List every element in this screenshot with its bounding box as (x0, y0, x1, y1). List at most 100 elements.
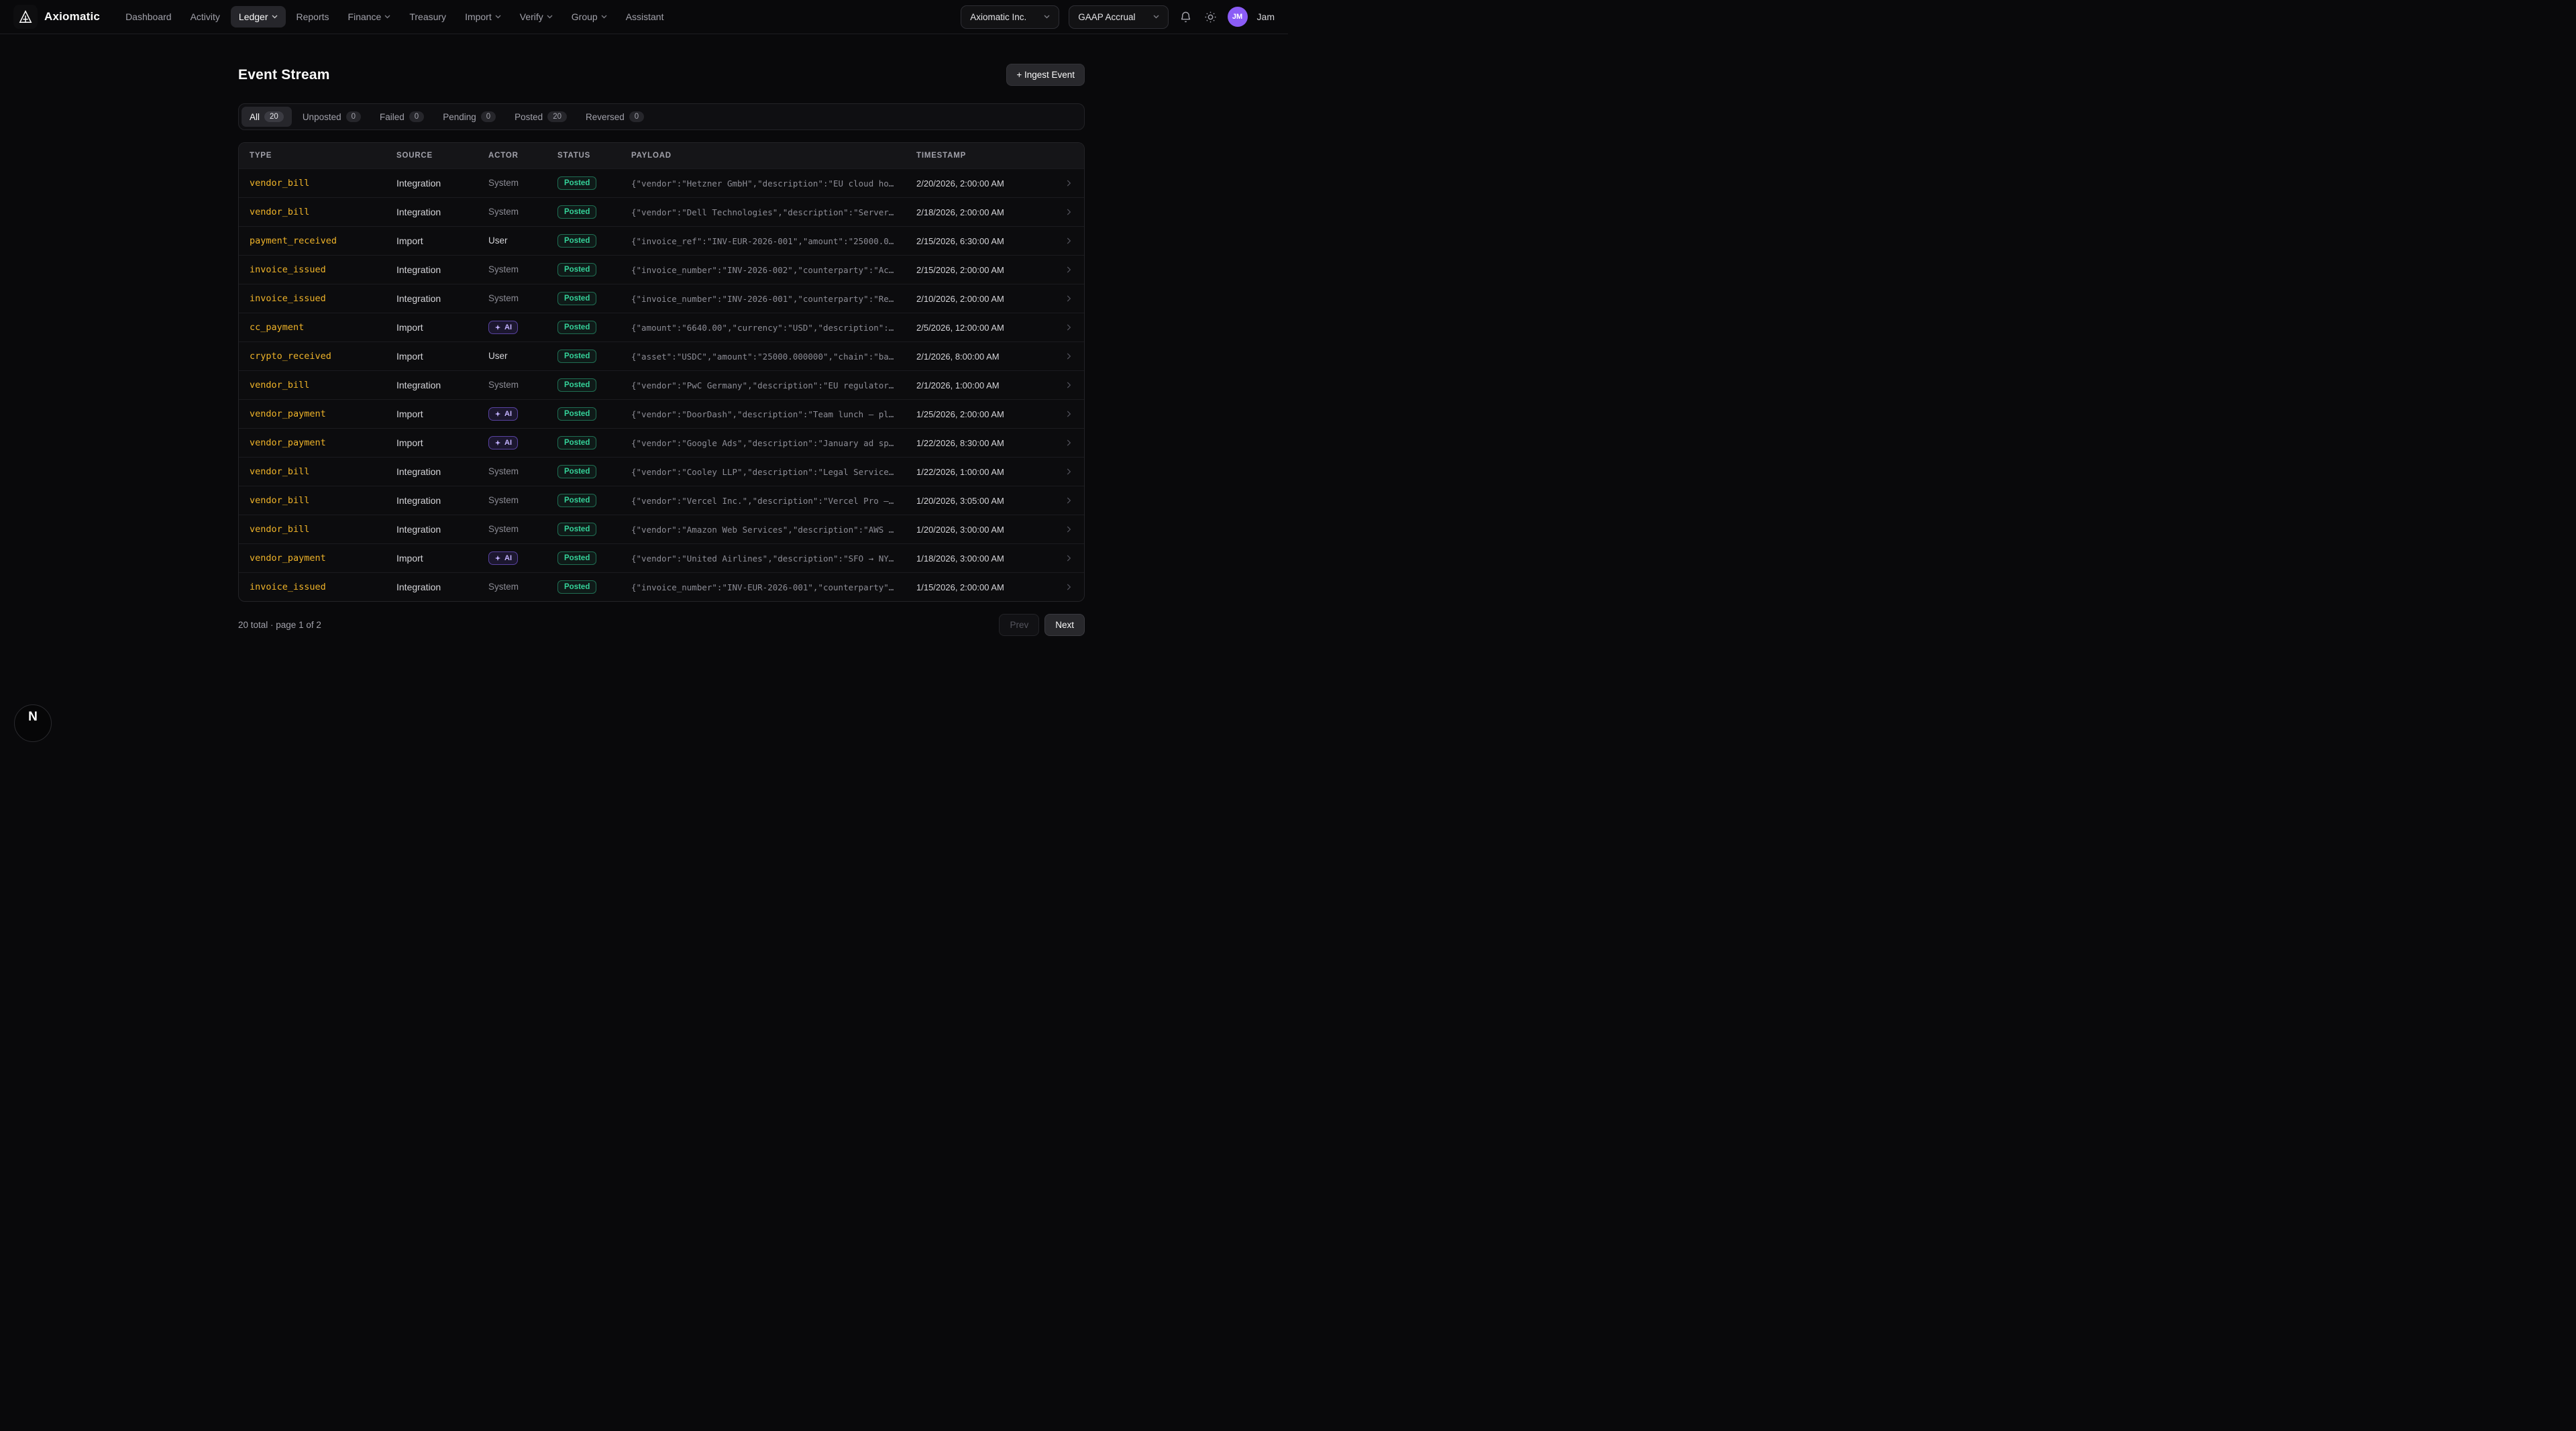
source-cell: Integration (396, 495, 488, 506)
actor-cell: User (488, 235, 508, 246)
nav-item-ledger[interactable]: Ledger (231, 6, 286, 28)
status-badge: Posted (557, 580, 596, 594)
nav-item-finance[interactable]: Finance (340, 6, 399, 28)
event-row[interactable]: vendor_paymentImportAIPosted{"vendor":"G… (239, 428, 1084, 457)
chevron-right-icon (1064, 178, 1073, 188)
payload-cell: {"vendor":"Dell Technologies","descripti… (631, 207, 916, 217)
notifications-button[interactable] (1178, 9, 1193, 25)
filter-label: Pending (443, 112, 476, 122)
event-row[interactable]: vendor_billIntegrationSystemPosted{"vend… (239, 197, 1084, 226)
filter-tab-pending[interactable]: Pending0 (435, 107, 504, 127)
sparkle-icon (494, 439, 501, 446)
filter-tab-all[interactable]: All20 (241, 107, 292, 127)
payload-cell: {"vendor":"Amazon Web Services","descrip… (631, 525, 916, 535)
source-cell: Integration (396, 466, 488, 477)
event-type-cell: crypto_received (250, 351, 396, 362)
actor-cell: System (488, 582, 519, 592)
ingest-event-button[interactable]: + Ingest Event (1006, 64, 1085, 86)
status-badge: Posted (557, 465, 596, 478)
payload-cell: {"invoice_ref":"INV-EUR-2026-001","amoun… (631, 236, 916, 246)
event-type-cell: vendor_bill (250, 495, 396, 506)
timestamp-cell: 2/20/2026, 2:00:00 AM (916, 178, 1054, 189)
filter-label: Unposted (303, 112, 341, 122)
event-row[interactable]: invoice_issuedIntegrationSystemPosted{"i… (239, 255, 1084, 284)
event-type-cell: payment_received (250, 235, 396, 246)
source-cell: Integration (396, 293, 488, 304)
filter-tab-failed[interactable]: Failed0 (372, 107, 432, 127)
source-cell: Integration (396, 264, 488, 275)
nav-item-group[interactable]: Group (564, 6, 615, 28)
ledger-basis-select[interactable]: GAAP Accrual (1069, 5, 1168, 29)
filter-count-badge: 0 (346, 111, 361, 122)
chevron-right-icon (1064, 496, 1073, 505)
event-type-cell: vendor_bill (250, 524, 396, 535)
nav-right: Axiomatic Inc. GAAP Accrual JM Jam (961, 5, 1275, 29)
filter-tab-reversed[interactable]: Reversed0 (578, 107, 652, 127)
event-row[interactable]: vendor_billIntegrationSystemPosted{"vend… (239, 486, 1084, 515)
avatar[interactable]: JM (1228, 7, 1248, 27)
actor-cell: System (488, 495, 519, 505)
nav-item-activity[interactable]: Activity (182, 6, 228, 28)
column-header-status: STATUS (557, 152, 631, 160)
event-row[interactable]: vendor_paymentImportAIPosted{"vendor":"D… (239, 399, 1084, 428)
chevron-down-icon (547, 15, 553, 19)
event-row[interactable]: vendor_billIntegrationSystemPosted{"vend… (239, 457, 1084, 486)
event-row[interactable]: payment_receivedImportUserPosted{"invoic… (239, 226, 1084, 255)
filter-count-badge: 20 (547, 111, 567, 122)
status-badge: Posted (557, 234, 596, 248)
payload-cell: {"vendor":"Hetzner GmbH","description":"… (631, 178, 916, 189)
ai-actor-badge: AI (488, 321, 518, 334)
payload-cell: {"amount":"6640.00","currency":"USD","de… (631, 323, 916, 333)
event-type-cell: invoice_issued (250, 293, 396, 304)
event-type-cell: vendor_bill (250, 466, 396, 477)
timestamp-cell: 2/18/2026, 2:00:00 AM (916, 207, 1054, 217)
entity-select-value: Axiomatic Inc. (970, 12, 1026, 22)
filter-tab-posted[interactable]: Posted20 (506, 107, 575, 127)
nav-item-assistant[interactable]: Assistant (618, 6, 672, 28)
filter-tab-unposted[interactable]: Unposted 0 (294, 107, 369, 127)
source-cell: Import (396, 553, 488, 564)
source-cell: Import (396, 351, 488, 362)
event-row[interactable]: cc_paymentImportAIPosted{"amount":"6640.… (239, 313, 1084, 341)
nav-item-verify[interactable]: Verify (512, 6, 561, 28)
filter-label: Reversed (586, 112, 625, 122)
event-row[interactable]: invoice_issuedIntegrationSystemPosted{"i… (239, 572, 1084, 601)
event-row[interactable]: invoice_issuedIntegrationSystemPosted{"i… (239, 284, 1084, 313)
nav-item-treasury[interactable]: Treasury (401, 6, 454, 28)
status-badge: Posted (557, 551, 596, 565)
event-row[interactable]: vendor_paymentImportAIPosted{"vendor":"U… (239, 543, 1084, 572)
chevron-down-icon (601, 15, 607, 19)
status-badge: Posted (557, 523, 596, 536)
source-cell: Integration (396, 207, 488, 217)
dev-indicator-button[interactable]: N (14, 704, 52, 742)
ai-actor-badge: AI (488, 407, 518, 421)
event-row[interactable]: vendor_billIntegrationSystemPosted{"vend… (239, 370, 1084, 399)
prev-page-button[interactable]: Prev (999, 614, 1039, 636)
pagination-summary: 20 total · page 1 of 2 (238, 620, 321, 630)
timestamp-cell: 1/22/2026, 1:00:00 AM (916, 467, 1054, 477)
payload-cell: {"vendor":"Vercel Inc.","description":"V… (631, 496, 916, 506)
sparkle-icon (494, 555, 501, 562)
bell-icon (1179, 11, 1192, 23)
top-nav: Axiomatic DashboardActivityLedgerReports… (0, 0, 1288, 34)
event-row[interactable]: crypto_receivedImportUserPosted{"asset":… (239, 341, 1084, 370)
actor-cell: System (488, 380, 519, 390)
theme-toggle-button[interactable] (1203, 9, 1218, 25)
status-badge: Posted (557, 176, 596, 190)
actor-cell: User (488, 351, 508, 361)
status-badge: Posted (557, 205, 596, 219)
next-page-button[interactable]: Next (1044, 614, 1085, 636)
payload-cell: {"vendor":"Google Ads","description":"Ja… (631, 438, 916, 448)
event-row[interactable]: vendor_billIntegrationSystemPosted{"vend… (239, 168, 1084, 197)
event-type-cell: vendor_bill (250, 207, 396, 217)
nav-item-import[interactable]: Import (457, 6, 509, 28)
timestamp-cell: 2/1/2026, 1:00:00 AM (916, 380, 1054, 390)
entity-select[interactable]: Axiomatic Inc. (961, 5, 1059, 29)
pagination: 20 total · page 1 of 2 Prev Next (238, 614, 1085, 636)
nav-item-reports[interactable]: Reports (288, 6, 337, 28)
filter-count-badge: 0 (409, 111, 424, 122)
payload-cell: {"vendor":"PwC Germany","description":"E… (631, 380, 916, 390)
nav-item-dashboard[interactable]: Dashboard (117, 6, 180, 28)
event-row[interactable]: vendor_billIntegrationSystemPosted{"vend… (239, 515, 1084, 543)
chevron-right-icon (1064, 582, 1073, 592)
